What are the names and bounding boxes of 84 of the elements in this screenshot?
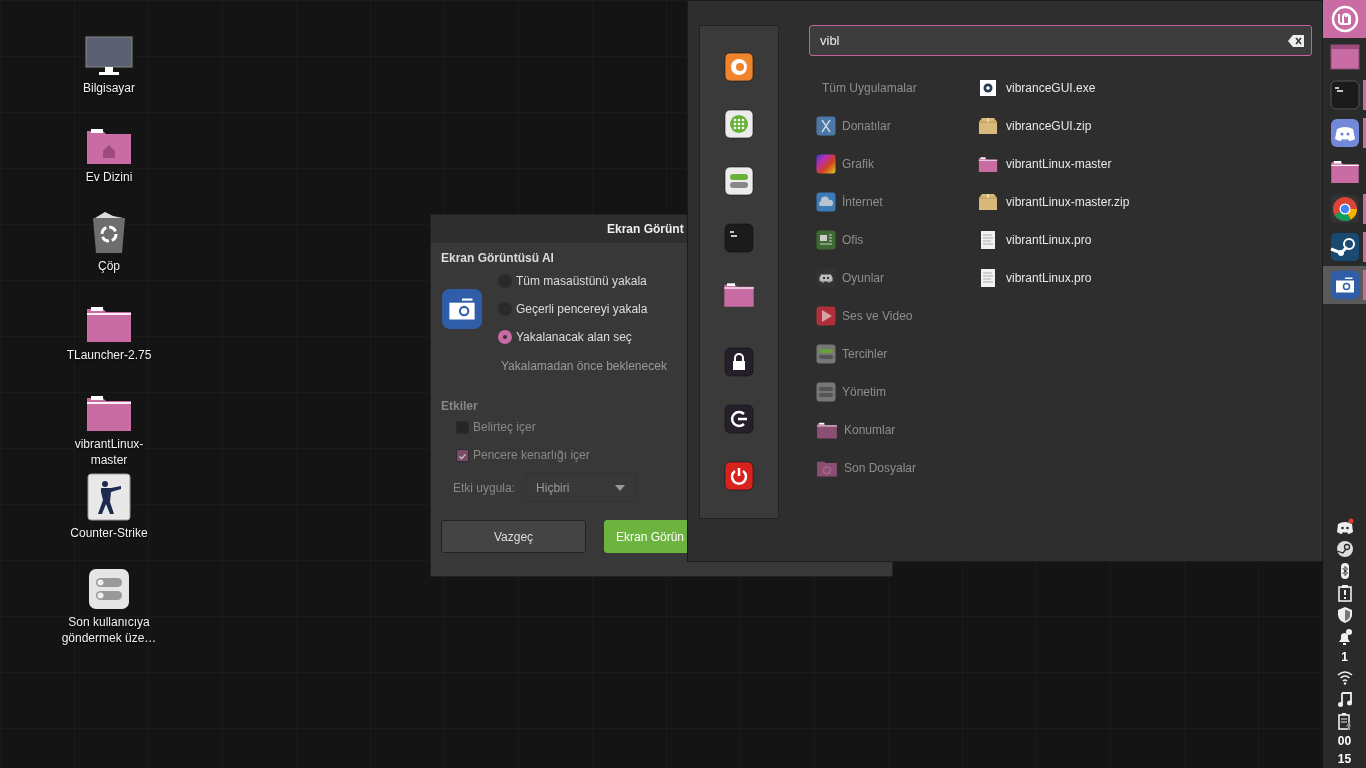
folder-icon [978, 155, 998, 173]
terminal-icon[interactable] [724, 223, 754, 254]
logout-icon[interactable] [724, 403, 754, 434]
toggles-icon [88, 568, 130, 610]
notification-count: 1 [1341, 650, 1348, 664]
chat-bubble-icon[interactable] [1335, 518, 1354, 536]
recent-folder-icon [816, 459, 838, 477]
category-item[interactable]: Konumlar [816, 411, 979, 449]
desktop-icon-label[interactable]: TLauncher-2.75 [57, 347, 161, 363]
toggles-icon [816, 344, 836, 364]
music-note-icon[interactable] [1335, 690, 1354, 708]
power-icon[interactable] [724, 460, 754, 491]
radio-button[interactable] [498, 330, 512, 344]
camera-icon [441, 288, 483, 330]
radio-option[interactable]: Tüm masaüstünü yakala [498, 267, 648, 295]
play-icon [816, 306, 836, 326]
clock-text[interactable]: 00 [1337, 734, 1352, 748]
shield-icon[interactable] [1335, 606, 1354, 624]
radio-option[interactable]: Geçerli pencereyi yakala [498, 295, 648, 323]
category-item[interactable]: Tüm Uygulamalar [816, 69, 979, 107]
text-file-icon [980, 230, 996, 250]
effect-dropdown[interactable]: Hiçbiri [525, 473, 637, 502]
terminal-icon[interactable] [1329, 80, 1360, 110]
steam-icon[interactable] [1335, 540, 1354, 558]
window-title: Ekran Görünt [607, 222, 684, 236]
app-grid-icon[interactable] [724, 109, 754, 139]
desktop-icon-label[interactable]: Bilgisayar [57, 80, 161, 96]
category-item[interactable]: Tercihler [816, 335, 979, 373]
desktop-icon-label[interactable]: Son kullanıcıya göndermek üze… [57, 614, 161, 646]
monitor-icon [85, 36, 133, 76]
category-item[interactable]: İnternet [816, 183, 979, 221]
category-item[interactable]: Oyunlar [816, 259, 979, 297]
search-result[interactable]: vibrantLinux.pro [978, 221, 1130, 259]
package-icon [978, 193, 998, 211]
search-result[interactable]: vibrantLinux-master.zip [978, 183, 1130, 221]
clock-text[interactable]: 15 [1337, 752, 1352, 766]
section-heading: Etkiler [441, 399, 479, 413]
effect-label: Etki uygula: [453, 480, 516, 495]
gear-file-icon [979, 79, 997, 97]
search-result[interactable]: vibrantLinux-master [978, 145, 1130, 183]
caret-icon [615, 484, 626, 491]
package-icon [978, 117, 998, 135]
cloud-icon [816, 192, 836, 212]
radio-option[interactable]: Yakalanacak alan seç [498, 323, 648, 351]
search-result[interactable]: vibranceGUI.zip [978, 107, 1130, 145]
battery-icon[interactable] [1335, 712, 1354, 730]
search-result[interactable]: vibrantLinux.pro [978, 259, 1130, 297]
text-file-icon [980, 268, 996, 288]
toggles-icon[interactable] [724, 166, 754, 197]
folder-icon [723, 280, 755, 309]
category-item[interactable]: Yönetim [816, 373, 979, 411]
camera-icon [1329, 270, 1360, 300]
clipboard-alert-icon[interactable] [1335, 584, 1354, 602]
steam-icon[interactable] [1329, 232, 1360, 262]
scissors-icon [816, 116, 836, 136]
search-field[interactable]: vibl [809, 25, 1312, 56]
dropdown-value: Hiçbiri [536, 480, 570, 495]
search-result[interactable]: vibranceGUI.exe [978, 69, 1130, 107]
menu-button[interactable] [1323, 0, 1366, 38]
desktop-icon-label[interactable]: vibrantLinux-master [57, 436, 161, 468]
section-heading: Ekran Görüntüsü Al [441, 251, 555, 265]
folder-icon [1329, 158, 1360, 184]
desktop-icon-label[interactable]: Çöp [57, 258, 161, 274]
lock-icon[interactable] [724, 346, 754, 377]
document-icon [816, 230, 836, 250]
checkbox[interactable] [456, 448, 469, 462]
desktop-icon-label[interactable]: Counter-Strike [57, 525, 161, 541]
clear-icon[interactable] [1288, 35, 1304, 47]
toggles-icon [816, 382, 836, 402]
category-item[interactable]: Donatılar [816, 107, 979, 145]
window-icon[interactable] [1329, 44, 1360, 70]
category-item[interactable]: Grafik [816, 145, 979, 183]
category-item[interactable]: Ofis [816, 221, 979, 259]
soldier-icon [87, 473, 131, 521]
folder-icon [816, 421, 838, 439]
delay-label: Yakalamadan önce beklenecek [501, 359, 668, 373]
chrome-ball-icon[interactable] [1329, 194, 1360, 224]
desktop-icon-label[interactable]: Ev Dizini [57, 169, 161, 185]
color-gradient-icon [816, 154, 836, 174]
category-item[interactable]: Ses ve Video [816, 297, 979, 335]
category-item[interactable]: Son Dosyalar [816, 449, 979, 487]
cancel-button[interactable]: Vazgeç [441, 520, 586, 553]
launcher-slot[interactable] [1323, 266, 1366, 304]
wifi-icon[interactable] [1335, 668, 1354, 686]
